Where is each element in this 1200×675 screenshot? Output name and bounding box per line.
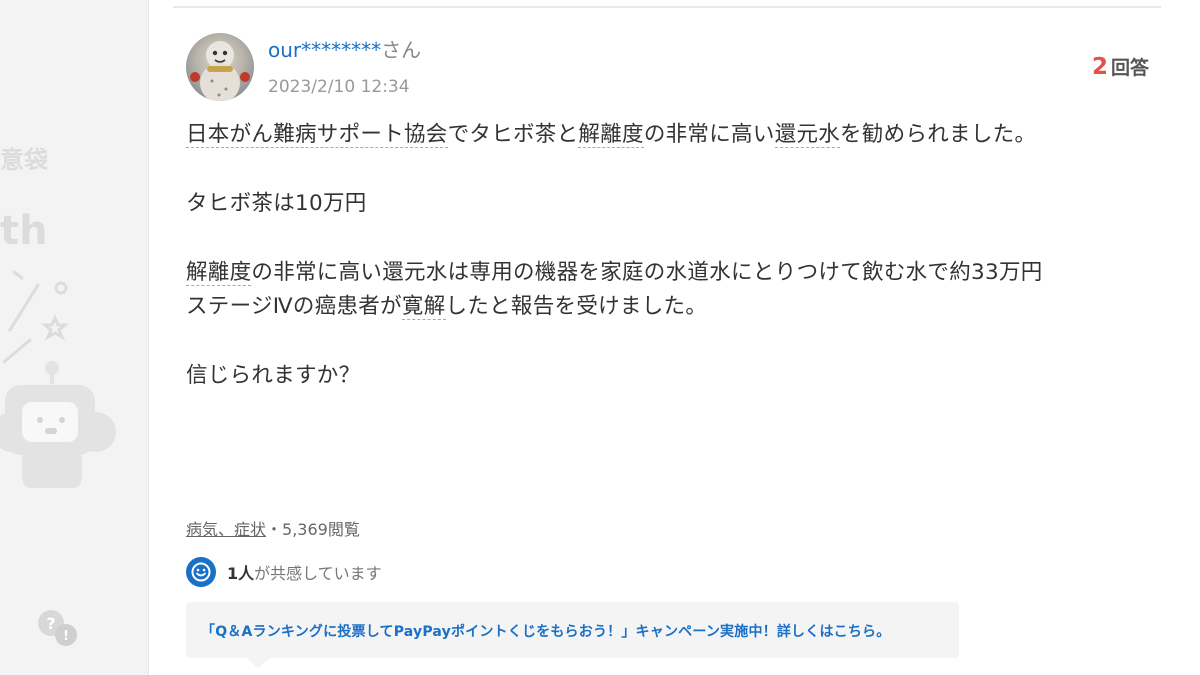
snowman-avatar-icon (190, 41, 250, 101)
smile-icon[interactable] (186, 557, 216, 587)
question-text-segment: を勧められました。 (840, 122, 1037, 147)
username-suffix: さん (381, 38, 422, 62)
campaign-link[interactable]: 「Q＆Aランキングに投票してPayPayポイントくじをもらおう！」キャンペーン実… (201, 621, 890, 641)
left-gutter: 意袋 th ? ! (0, 0, 148, 675)
gutter-illustration (0, 270, 116, 488)
empathy-label: が共感しています (254, 564, 382, 583)
answer-count-label[interactable]: 回答 (1111, 57, 1149, 79)
empathy-count: 1人 (227, 564, 255, 583)
post-date: 2023/2/10 12:34 (268, 77, 410, 97)
term-link-remission[interactable]: 寛解 (401, 294, 446, 320)
question-text-segment: の非常に高い還元水は専用の機器を家庭の水道水にとりつけて飲む水で約33万円 (251, 260, 1043, 285)
question-text-segment: でタヒボ茶と (447, 122, 579, 147)
question-exclamation-icon[interactable]: ? ! (36, 608, 80, 648)
question-paragraph-1: 日本がん難病サポート協会でタヒボ茶と解離度の非常に高い還元水を勧められました。 (186, 118, 1126, 152)
question-text-segment: の非常に高い (643, 122, 775, 147)
category-link[interactable]: 病気、症状 (186, 520, 266, 539)
question-paragraph-2: タヒボ茶は10万円 (186, 191, 367, 216)
question-meta: 病気、症状・5,369閲覧 (186, 516, 360, 540)
svg-text:!: ! (63, 629, 69, 644)
username-text[interactable]: our******** (268, 38, 381, 62)
meta-separator: ・ (266, 520, 283, 539)
question-paragraph-3: 解離度の非常に高い還元水は専用の機器を家庭の水道水にとりつけて飲む水で約33万円 (186, 256, 1126, 290)
empathy-text: 1人が共感しています (227, 560, 382, 584)
avatar[interactable] (186, 33, 254, 101)
question-text-segment: したと報告を受けました。 (445, 294, 708, 319)
term-link-dissociation[interactable]: 解離度 (186, 260, 252, 286)
question-card: our********さん 2023/2/10 12:34 2 回答 日本がん難病… (148, 0, 1200, 675)
view-count: 5,369閲覧 (282, 520, 360, 539)
term-link-japan-cancer-association[interactable]: 日本がん難病サポート協会 (186, 122, 448, 148)
question-paragraph-4: ステージⅣの癌患者が寛解したと報告を受けました。 (186, 290, 1126, 324)
empathy-row: 1人が共感しています (186, 557, 382, 587)
question-paragraph-5: 信じられますか？ (186, 363, 361, 388)
term-link-reduced-water[interactable]: 還元水 (774, 122, 841, 148)
question-body: 日本がん難病サポート協会でタヒボ茶と解離度の非常に高い還元水を勧められました。 … (186, 118, 1126, 393)
term-link-dissociation[interactable]: 解離度 (578, 122, 644, 148)
answer-count-number[interactable]: 2 (1092, 54, 1108, 80)
question-text-segment: ステージⅣの癌患者が (186, 294, 402, 319)
campaign-banner: 「Q＆Aランキングに投票してPayPayポイントくじをもらおう！」キャンペーン実… (186, 602, 959, 668)
username-link[interactable]: our********さん (268, 37, 421, 63)
divider (173, 6, 1161, 8)
campaign-pointer (246, 658, 270, 668)
svg-text:?: ? (46, 614, 55, 633)
answer-count-link[interactable]: 2 回答 (1092, 53, 1149, 80)
